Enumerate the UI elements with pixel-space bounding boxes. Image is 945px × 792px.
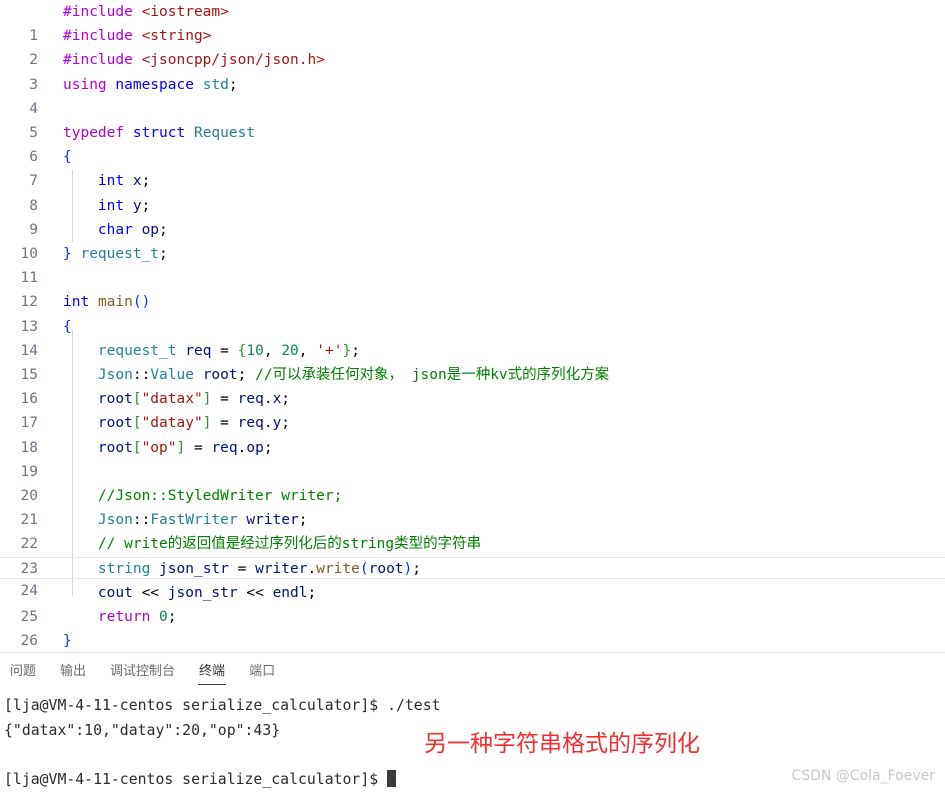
- code-line[interactable]: 22 Json::FastWriter writer;: [0, 508, 945, 552]
- tab-terminal[interactable]: 终端: [197, 657, 227, 685]
- code-line[interactable]: 20: [0, 460, 945, 504]
- code-text: } request_t;: [63, 246, 168, 262]
- code-line[interactable]: 10 char op;: [0, 218, 945, 262]
- code-text: root["op"] = req.op;: [97, 439, 273, 456]
- code-text: string json_str = writer.write(root);: [97, 560, 421, 577]
- tab-output[interactable]: 输出: [58, 657, 88, 685]
- code-text: typedef struct Request: [63, 125, 256, 141]
- code-line[interactable]: 17 root["datax"] = req.x;: [0, 387, 945, 431]
- code-line-current[interactable]: 24 string json_str = writer.write(root);: [0, 556, 945, 599]
- tab-problems[interactable]: 问题: [8, 657, 38, 685]
- code-line[interactable]: 25 cout << json_str << endl;: [0, 581, 945, 625]
- terminal-cursor: [387, 769, 397, 787]
- code-line[interactable]: 15 request_t req = {10, 20, '+'};: [0, 339, 945, 383]
- code-text: char op;: [97, 221, 168, 238]
- code-line[interactable]: 19 root["op"] = req.op;: [0, 436, 945, 480]
- code-line[interactable]: 6 typedef struct Request: [0, 121, 945, 165]
- code-text: root["datax"] = req.x;: [97, 391, 291, 408]
- code-line[interactable]: 18 root["datay"] = req.y;: [0, 411, 945, 455]
- code-text: int main(): [63, 294, 151, 311]
- code-text: //Json::StyledWriter writer;: [97, 488, 343, 504]
- code-text: int y;: [97, 197, 151, 214]
- code-editor[interactable]: 1 #include <iostream> 2 #include <string…: [0, 0, 945, 652]
- code-line[interactable]: 12: [0, 266, 945, 310]
- code-text: // write的返回值是经过序列化后的string类型的字符串: [97, 536, 482, 553]
- code-line[interactable]: 26 return 0;: [0, 605, 945, 649]
- code-line[interactable]: 21 //Json::StyledWriter writer;: [0, 484, 945, 528]
- code-text: cout << json_str << endl;: [97, 584, 317, 601]
- tab-ports[interactable]: 端口: [247, 657, 277, 685]
- watermark: CSDN @Cola_Foever: [791, 768, 935, 784]
- code-text: {: [63, 149, 72, 166]
- code-line[interactable]: 9 int y;: [0, 194, 945, 238]
- code-text: #include <jsoncpp/json/json.h>: [63, 52, 325, 69]
- code-line[interactable]: 7 {: [0, 145, 945, 189]
- code-text: using namespace std;: [63, 76, 238, 93]
- code-line[interactable]: 3 #include <jsoncpp/json/json.h>: [0, 48, 945, 92]
- code-text: int x;: [97, 173, 151, 190]
- code-line[interactable]: 27 }: [0, 629, 945, 652]
- annotation-text: 另一种字符串格式的序列化: [424, 731, 700, 757]
- code-text: request_t req = {10, 20, '+'};: [97, 342, 360, 359]
- panel-tab-bar: 问题 输出 调试控制台 终端 端口: [0, 653, 945, 689]
- code-line[interactable]: 16 Json::Value root; //可以承装任何对象， json是一种…: [0, 363, 945, 407]
- code-line[interactable]: 4 using namespace std;: [0, 73, 945, 117]
- code-line[interactable]: 11 } request_t;: [0, 242, 945, 286]
- code-line[interactable]: 8 int x;: [0, 169, 945, 213]
- code-line[interactable]: 1 #include <iostream>: [0, 0, 945, 44]
- code-text: root["datay"] = req.y;: [97, 415, 291, 432]
- code-line[interactable]: 13 int main(): [0, 290, 945, 334]
- code-line[interactable]: 5: [0, 97, 945, 141]
- code-text: #include <string>: [63, 28, 212, 45]
- code-text: {: [63, 318, 72, 335]
- terminal-prompt-text: [lja@VM-4-11-centos serialize_calculator…: [4, 770, 388, 788]
- code-line[interactable]: 23 // write的返回值是经过序列化后的string类型的字符串: [0, 532, 945, 576]
- code-text: return 0;: [97, 609, 177, 625]
- code-text: Json::Value root; //可以承装任何对象， json是一种kv式…: [97, 367, 610, 383]
- code-line[interactable]: 14 {: [0, 315, 945, 359]
- code-text: Json::FastWriter writer;: [97, 512, 308, 529]
- tab-debug-console[interactable]: 调试控制台: [108, 657, 177, 685]
- code-text: #include <iostream>: [63, 4, 229, 20]
- code-text: }: [63, 633, 72, 650]
- code-line[interactable]: 2 #include <string>: [0, 24, 945, 68]
- terminal-line-command: [lja@VM-4-11-centos serialize_calculator…: [4, 697, 441, 714]
